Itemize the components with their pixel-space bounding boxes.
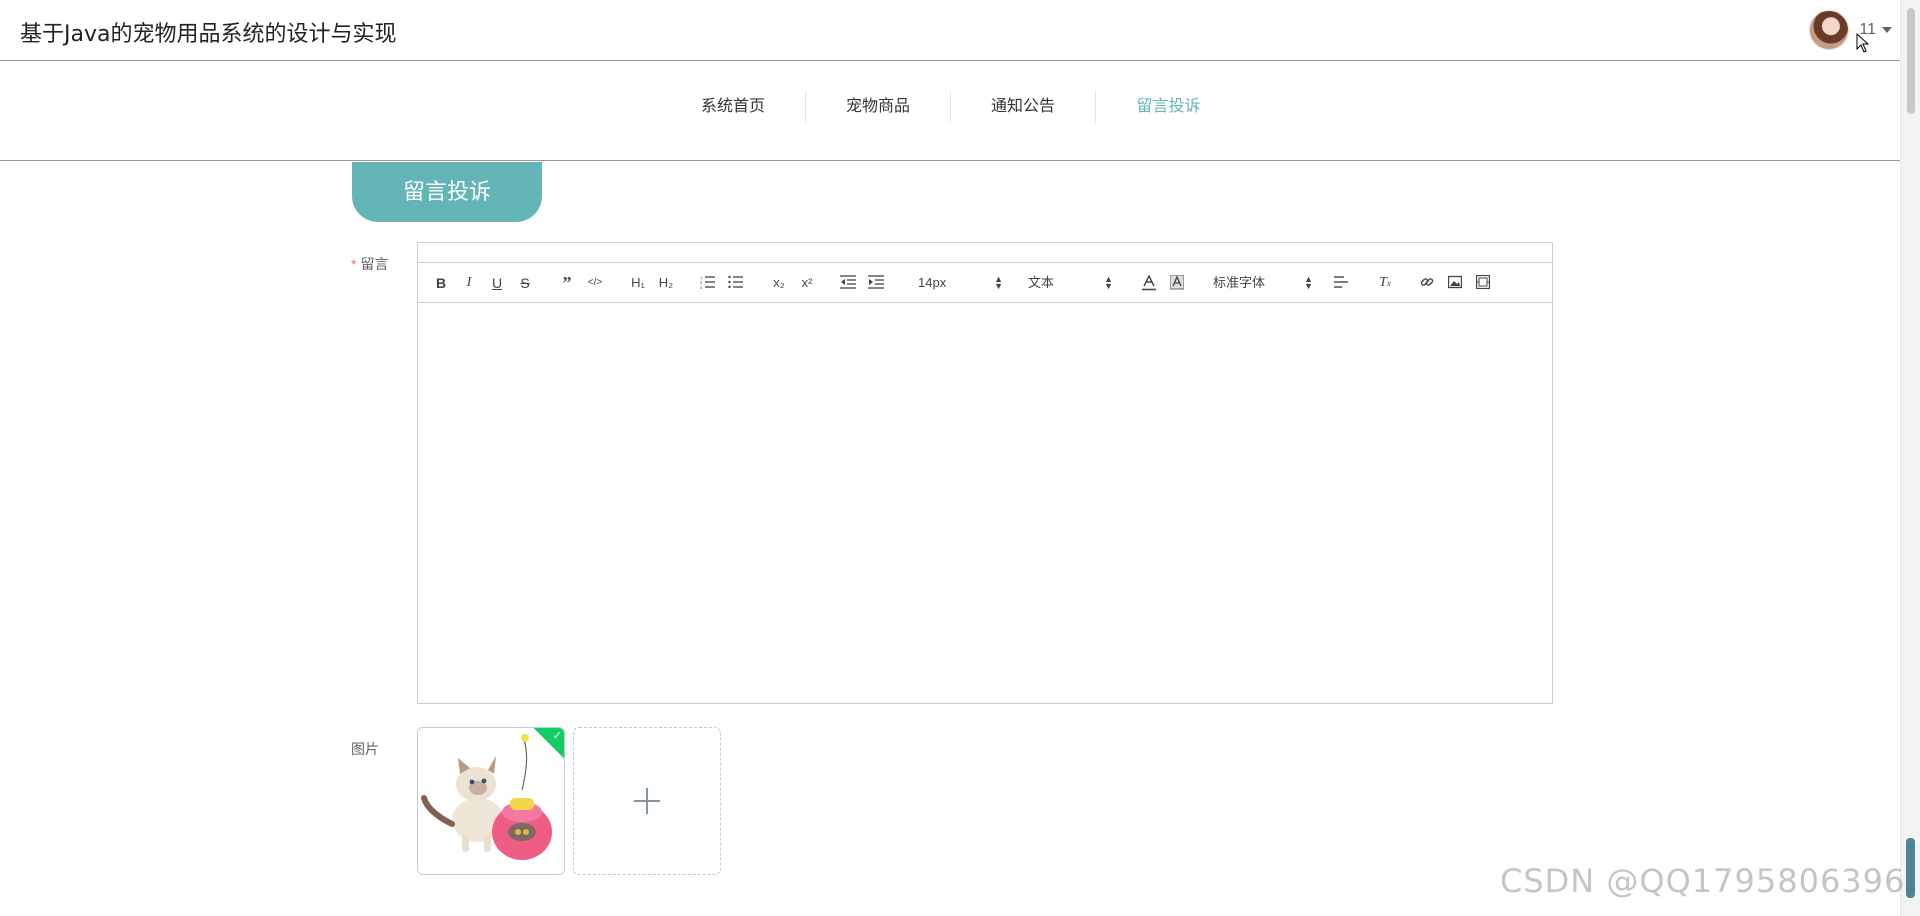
clear-format-icon[interactable]: Tx — [1376, 273, 1394, 293]
select-arrows-icon: ▲ ▼ — [1104, 274, 1113, 291]
link-icon[interactable] — [1418, 273, 1436, 293]
subscript-icon[interactable]: x₂ — [770, 273, 788, 293]
align-icon[interactable] — [1333, 273, 1351, 293]
scrollbar-thumb[interactable] — [1907, 8, 1915, 114]
site-title: 基于Java的宠物用品系统的设计与实现 — [20, 22, 397, 47]
editor-toolbar: B I U S ” </> H₁ H₂ 123 x₂ x² 14px ▲ ▼ 文本… — [418, 263, 1552, 303]
uploaded-image-item[interactable]: ✓ — [417, 727, 565, 875]
nav-list: 系统首页 宠物商品 通知公告 留言投诉 — [661, 91, 1241, 133]
message-label-text: 留言 — [360, 256, 389, 272]
nav-item-pet-products[interactable]: 宠物商品 — [806, 91, 951, 123]
bold-icon[interactable]: B — [432, 273, 450, 293]
background-color-icon[interactable] — [1168, 273, 1186, 293]
main-nav: 系统首页 宠物商品 通知公告 留言投诉 — [0, 61, 1900, 161]
indent-icon[interactable] — [867, 273, 885, 293]
section-title-tab: 留言投诉 — [352, 162, 542, 222]
h1-icon[interactable]: H₁ — [627, 273, 649, 293]
bullet-list-icon[interactable] — [727, 273, 745, 293]
nav-item-notices[interactable]: 通知公告 — [951, 91, 1096, 123]
scroll-indicator — [1906, 838, 1915, 898]
code-icon[interactable]: </> — [586, 273, 604, 293]
svg-text:3: 3 — [700, 285, 703, 289]
blockquote-icon[interactable]: ” — [558, 273, 576, 293]
nav-item-feedback[interactable]: 留言投诉 — [1096, 91, 1241, 123]
image-label: 图片 — [351, 741, 379, 757]
watermark: CSDN @QQ1795806396 — [1500, 862, 1906, 900]
select-arrows-icon: ▲ ▼ — [1304, 274, 1313, 291]
underline-icon[interactable]: U — [488, 273, 506, 293]
font-family-value: 标准字体 — [1213, 275, 1266, 290]
font-size-value: 14px — [918, 275, 947, 290]
mouse-cursor-icon — [1856, 33, 1870, 53]
outdent-icon[interactable] — [839, 273, 857, 293]
user-menu[interactable]: 11 — [1809, 10, 1892, 50]
rich-text-editor[interactable]: B I U S ” </> H₁ H₂ 123 x₂ x² 14px ▲ ▼ 文本… — [417, 242, 1553, 704]
editor-top-strip — [418, 243, 1552, 263]
superscript-icon[interactable]: x² — [798, 273, 816, 293]
header-select[interactable]: 文本 ▲ ▼ — [1028, 273, 1113, 293]
italic-icon[interactable]: I — [460, 273, 478, 293]
font-size-select[interactable]: 14px ▲ ▼ — [918, 273, 1003, 293]
cat-toy-photo — [418, 728, 564, 874]
h2-icon[interactable]: H₂ — [655, 273, 677, 293]
ordered-list-icon[interactable]: 123 — [699, 273, 717, 293]
caret-down-icon[interactable] — [1882, 27, 1892, 33]
font-family-select[interactable]: 标准字体 ▲ ▼ — [1213, 273, 1313, 293]
message-label: * 留言 — [351, 254, 388, 274]
video-icon[interactable] — [1474, 273, 1492, 293]
strikethrough-icon[interactable]: S — [516, 273, 534, 293]
page-scrollbar[interactable] — [1900, 0, 1920, 916]
add-image-button[interactable] — [573, 727, 721, 875]
nav-item-home[interactable]: 系统首页 — [661, 91, 806, 123]
font-color-icon[interactable] — [1140, 273, 1158, 293]
select-arrows-icon: ▲ ▼ — [994, 274, 1003, 291]
header-select-value: 文本 — [1028, 275, 1055, 290]
top-header: 基于Java的宠物用品系统的设计与实现 11 — [0, 0, 1900, 61]
plus-icon — [634, 788, 660, 814]
image-icon[interactable] — [1446, 273, 1464, 293]
editor-content-area[interactable] — [418, 303, 1552, 703]
user-avatar[interactable] — [1809, 10, 1850, 50]
required-mark: * — [351, 256, 357, 272]
check-icon: ✓ — [552, 729, 562, 742]
